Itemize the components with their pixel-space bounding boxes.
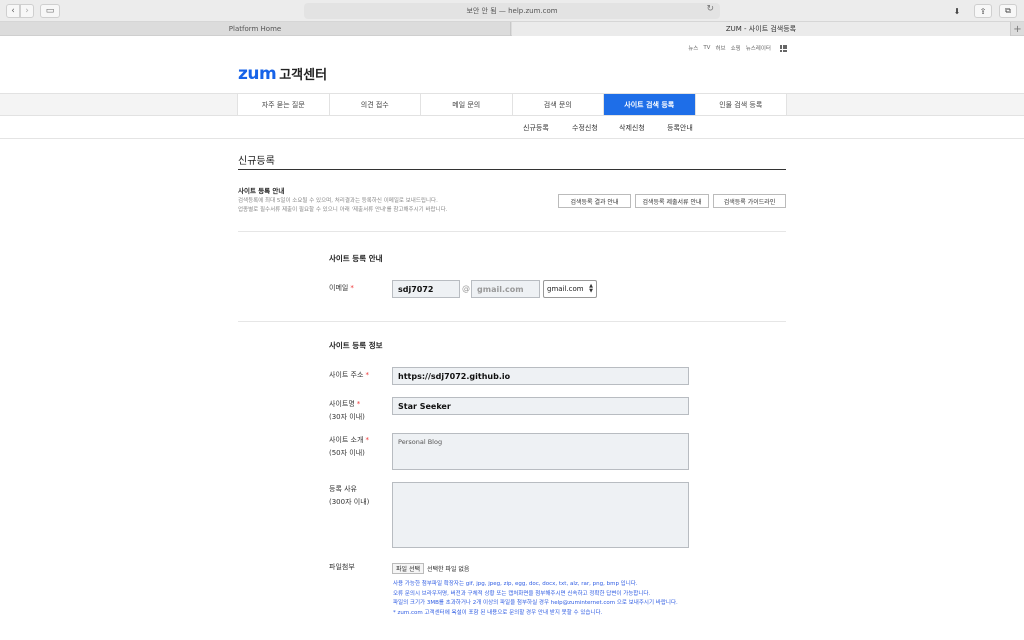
subnav-guide[interactable]: 등록안내 [667, 123, 693, 133]
new-tab-icon[interactable]: + [1010, 22, 1024, 36]
select-arrows-icon: ▲ ▼ [589, 283, 593, 294]
site-intro-label: 사이트 소개 * (50자 이내) [329, 434, 369, 460]
nav-feedback[interactable]: 의견 접수 [328, 94, 420, 115]
guide-heading: 사이트 등록 안내 [238, 187, 285, 195]
url-label: 사이트 주소 * [329, 369, 369, 382]
site-intro-label-text: 사이트 소개 [329, 436, 364, 444]
site-url-input[interactable]: https://sdj7072.github.io [392, 367, 689, 385]
main-nav: 자주 묻는 질문 의견 접수 메일 문의 검색 문의 사이트 검색 등록 인물 … [0, 93, 1024, 116]
file-select-button[interactable]: 파일 선택 [392, 563, 424, 574]
required-mark: * [365, 436, 369, 444]
tabs-overview-icon[interactable]: ⧉ [999, 4, 1017, 18]
select-value: gmail.com [547, 285, 584, 293]
browser-tab-bar: Platform Home ZUM - 사이트 검색등록 + [0, 22, 1024, 36]
util-link-shopping[interactable]: 쇼핑 [731, 44, 741, 52]
required-mark: * [350, 284, 354, 292]
reason-label: 등록 사유 (300자 이내) [329, 483, 369, 509]
apps-grid-icon[interactable] [780, 44, 787, 52]
site-name-label: 사이트명 * (30자 이내) [329, 398, 365, 424]
share-icon[interactable]: ⇪ [974, 4, 992, 18]
subnav-edit[interactable]: 수정신청 [572, 123, 598, 133]
reload-icon[interactable]: ↻ [706, 4, 714, 14]
at-sign: @ [462, 284, 470, 293]
file-notes: 사용 가능한 첨부파일 확장자는 gif, jpg, jpeg, zip, eg… [393, 580, 678, 618]
logo-brand: zum [238, 64, 277, 84]
subnav-new[interactable]: 신규등록 [523, 123, 549, 133]
util-link-news[interactable]: 뉴스 [688, 44, 698, 52]
nav-site-registration[interactable]: 사이트 검색 등록 [603, 94, 695, 115]
nav-mail-inquiry[interactable]: 메일 문의 [420, 94, 512, 115]
result-guide-button[interactable]: 검색등록 결과 안내 [558, 194, 631, 208]
site-intro-hint: (50자 이내) [329, 449, 365, 457]
sub-nav: 신규등록 수정신청 삭제신청 등록안내 [0, 117, 1024, 139]
documents-guide-button[interactable]: 검색등록 제출서류 안내 [635, 194, 709, 208]
reason-label-text: 등록 사유 [329, 485, 357, 493]
email-domain-select[interactable]: gmail.com ▲ ▼ [543, 280, 597, 298]
site-name-input[interactable]: Star Seeker [392, 397, 689, 415]
guideline-button[interactable]: 검색등록 가이드라인 [713, 194, 786, 208]
forward-icon[interactable]: › [20, 4, 34, 18]
email-label: 이메일 * [329, 282, 354, 295]
browser-tab[interactable]: Platform Home [0, 22, 511, 36]
subnav-delete[interactable]: 삭제신청 [619, 123, 645, 133]
sidebar-toggle-icon[interactable]: ▭ [40, 4, 60, 18]
section-title-info: 사이트 등록 안내 [329, 254, 383, 263]
email-id-input[interactable]: sdj7072 [392, 280, 460, 298]
file-label: 파일첨부 [329, 563, 355, 571]
nav-person-registration[interactable]: 인물 검색 등록 [694, 94, 787, 115]
divider [238, 231, 786, 232]
note-line: 오류 문의시 브라우저명, 버전과 구체적 상황 또는 캡처화면을 첨부해주시면… [393, 590, 651, 597]
utility-links: 뉴스 TV 허브 쇼핑 뉴스레이터 [688, 44, 787, 52]
file-status: 선택한 파일 없음 [427, 566, 470, 573]
reason-hint: (300자 이내) [329, 498, 370, 506]
email-label-text: 이메일 [329, 284, 349, 292]
download-icon[interactable]: ⬇ [950, 4, 964, 18]
divider [238, 321, 786, 322]
util-link-hub[interactable]: 허브 [715, 44, 725, 52]
guide-description: 검색등록에 최대 5일이 소요될 수 있으며, 처리결과는 등록하신 이메일로 … [238, 197, 447, 215]
note-line: 사용 가능한 첨부파일 확장자는 gif, jpg, jpeg, zip, eg… [393, 581, 638, 587]
back-icon[interactable]: ‹ [6, 4, 20, 18]
site-name-label-text: 사이트명 [329, 400, 355, 408]
nav-faq[interactable]: 자주 묻는 질문 [237, 94, 329, 115]
logo-title: 고객센터 [279, 68, 328, 83]
site-intro-textarea[interactable]: Personal Blog [392, 433, 689, 470]
email-domain-input[interactable]: gmail.com [471, 280, 540, 298]
util-link-tv[interactable]: TV [703, 45, 710, 51]
address-text: 보안 안 됨 — help.zum.com [466, 7, 558, 15]
guide-desc-line: 검색등록에 최대 5일이 소요될 수 있으며, 처리결과는 등록하신 이메일로 … [238, 198, 438, 204]
util-link-newsletter[interactable]: 뉴스레이터 [746, 44, 771, 52]
site-logo[interactable]: zum 고객센터 [238, 64, 327, 84]
section-title-site-info: 사이트 등록 정보 [329, 341, 383, 350]
nav-search-inquiry[interactable]: 검색 문의 [511, 94, 603, 115]
required-mark: * [356, 400, 361, 408]
note-line: * zum.com 고객센터에 욕설이 포함 된 내용으로 문의할 경우 안내 … [393, 609, 603, 616]
title-divider [238, 169, 786, 170]
note-line: 파일의 크기가 3MB를 초과하거나 2개 이상의 파일을 첨부하실 경우 he… [393, 600, 678, 606]
site-name-hint: (30자 이내) [329, 413, 365, 421]
guide-desc-line: 업종별로 필수서류 제출이 필요할 수 있으니 아래 '제출서류 안내'를 참고… [238, 207, 448, 213]
required-mark: * [365, 371, 369, 379]
reason-textarea[interactable] [392, 482, 689, 548]
browser-toolbar: ‹ › ▭ 보안 안 됨 — help.zum.com ↻ ⬇ ⇪ ⧉ [0, 0, 1024, 22]
url-label-text: 사이트 주소 [329, 371, 364, 379]
page-title: 신규등록 [238, 156, 275, 167]
address-bar[interactable]: 보안 안 됨 — help.zum.com ↻ [304, 3, 720, 19]
browser-tab-active[interactable]: ZUM - 사이트 검색등록 [512, 22, 1010, 36]
